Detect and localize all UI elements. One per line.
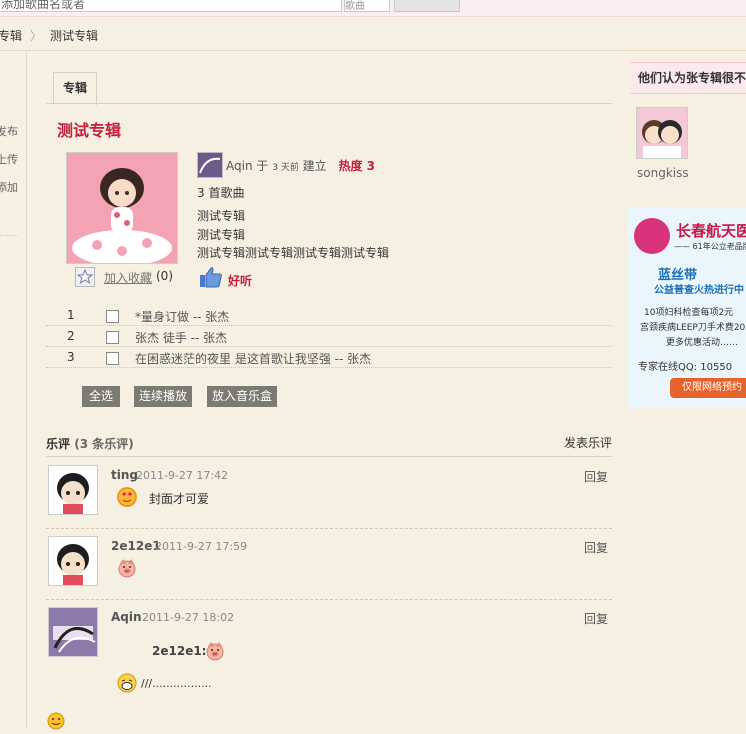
ad-qq: 专家在线QQ: 10550 (638, 362, 733, 373)
leftnav-item-add[interactable]: 添加 (0, 179, 18, 195)
track-title[interactable]: 张杰 徒手 -- 张杰 (135, 329, 227, 346)
track-row: 2 张杰 徒手 -- 张杰 (46, 325, 612, 347)
comment-text: 封面才可爱 (149, 492, 210, 506)
top-bar: 添加歌曲名或者 歌曲 搜索 (0, 0, 746, 17)
track-title[interactable]: *量身订做 -- 张杰 (135, 308, 229, 325)
comment-time: 2011-9-27 17:59 (155, 540, 248, 553)
ad-subtitle: —— 61年公立老品牌 (674, 242, 746, 251)
track-row: 1 *量身订做 -- 张杰 (46, 304, 612, 326)
sidebar-title: 他们认为张专辑很不错 (630, 62, 746, 94)
album-meta: Aqin 于 3 天前 建立 热度 3 (226, 157, 375, 174)
comments-divider (46, 456, 612, 457)
track-checkbox[interactable] (106, 331, 119, 344)
track-checkbox[interactable] (106, 310, 119, 323)
comment-item: 2e12e1 2011-9-27 17:59 回复 (46, 530, 612, 592)
owner-name[interactable]: Aqin (226, 159, 253, 173)
track-number: 3 (67, 350, 75, 364)
tab-album[interactable]: 专辑 (53, 72, 97, 105)
breadcrumb-parent[interactable]: 专辑 (0, 29, 22, 43)
commenter-name[interactable]: Aqin (111, 610, 142, 624)
album-cover (66, 152, 178, 264)
album-desc-line: 测试专辑 (197, 209, 246, 223)
song-count: 3 首歌曲 (197, 186, 245, 200)
commenter-avatar[interactable] (48, 536, 98, 586)
like-label[interactable]: 好听 (228, 272, 252, 289)
select-all-button[interactable]: 全选 (82, 386, 120, 407)
ad-line: 更多优惠活动…… (666, 338, 739, 348)
comments-section-title: 乐评 (3 条乐评) (46, 435, 134, 452)
add-favorite-link[interactable]: 加入收藏 (104, 269, 152, 286)
owner-avatar[interactable] (197, 152, 223, 178)
track-title[interactable]: 在困惑迷茫的夜里 是这首歌让我坚强 -- 张杰 (135, 350, 371, 367)
track-row: 3 在困惑迷茫的夜里 是这首歌让我坚强 -- 张杰 (46, 346, 612, 368)
comment-divider (46, 528, 612, 529)
leftnav-divider (0, 235, 18, 236)
leftnav-item-publish[interactable]: 发布 (0, 123, 18, 139)
pig-emoji-icon (205, 641, 225, 661)
created-time: 3 天前 (272, 163, 299, 173)
search-button[interactable]: 搜索 (394, 0, 460, 12)
breadcrumb: 专辑〉测试专辑 (0, 27, 98, 44)
breadcrumb-current: 测试专辑 (50, 29, 99, 43)
heat-badge: 热度 3 (338, 159, 376, 173)
sidebar-user-avatar[interactable] (636, 107, 688, 159)
thumbs-up-icon[interactable] (199, 266, 223, 291)
comments-title: 乐评 (46, 437, 71, 451)
quoted-user: 2e12e1: (152, 644, 207, 658)
album-desc-line: 测试专辑测试专辑测试专辑测试专辑 (197, 246, 390, 260)
love-emoji-icon (117, 487, 137, 507)
favorite-count: (0) (156, 269, 173, 283)
ad-banner[interactable]: 长春航天医院 —— 61年公立老品牌 蓝丝带 公益普查火热进行中 10项妇科检查… (628, 208, 746, 408)
laugh-emoji-icon (117, 673, 137, 693)
reply-link[interactable]: 回复 (584, 468, 608, 485)
reply-link[interactable]: 回复 (584, 539, 608, 556)
search-input[interactable]: 添加歌曲名或者 (0, 0, 342, 12)
comment-time: 2011-9-27 17:42 (136, 469, 229, 482)
leftnav-item-upload[interactable]: 上传 (0, 151, 18, 167)
add-to-music-box-button[interactable]: 放入音乐盒 (207, 386, 277, 407)
ad-line: 宫颈疾病LEEP刀手术费20 (640, 323, 746, 333)
commenter-name[interactable]: 2e12e1 (111, 539, 161, 553)
track-number: 1 (67, 308, 75, 322)
pig-emoji-icon (117, 558, 137, 578)
ad-line: 10项妇科检查每项2元 (644, 308, 734, 318)
sidebar-user-name[interactable]: songkiss (637, 166, 689, 180)
album-desc-line: 测试专辑 (197, 228, 246, 242)
track-number: 2 (67, 329, 75, 343)
breadcrumb-separator: 〉 (30, 29, 43, 43)
post-comment-link[interactable]: 发表乐评 (564, 434, 612, 451)
comment-item: ting 2011-9-27 17:42 回复 封面才可爱 (46, 459, 612, 521)
ad-button[interactable]: 仅限网络预约 (670, 378, 746, 398)
meta-yu: 于 (256, 159, 269, 173)
comments-count: (3 条乐评) (74, 437, 134, 451)
comment-text: ///................. (141, 677, 212, 690)
comment-divider (46, 599, 612, 600)
comment-time: 2011-9-27 18:02 (142, 611, 235, 624)
ad-headline-2: 公益普查火热进行中 (654, 285, 744, 296)
smile-emoji-icon[interactable] (46, 711, 66, 731)
hospital-logo-icon (634, 218, 670, 254)
ad-title: 长春航天医院 (676, 222, 746, 240)
left-nav: 发布 上传 添加 (0, 51, 27, 728)
tab-divider (46, 103, 612, 104)
album-title: 测试专辑 (57, 121, 122, 140)
favorite-star-icon[interactable] (75, 267, 95, 287)
search-type-select[interactable]: 歌曲 (344, 0, 390, 12)
meta-created: 建立 (302, 159, 327, 173)
play-all-button[interactable]: 连续播放 (134, 386, 192, 407)
track-checkbox[interactable] (106, 352, 119, 365)
reply-link[interactable]: 回复 (584, 610, 608, 627)
breadcrumb-divider (0, 50, 746, 51)
comment-item: Aqin 2011-9-27 18:02 回复 2e12e1: ///.....… (46, 601, 612, 711)
commenter-name[interactable]: ting (111, 468, 138, 482)
commenter-avatar[interactable] (48, 465, 98, 515)
commenter-avatar[interactable] (48, 607, 98, 657)
